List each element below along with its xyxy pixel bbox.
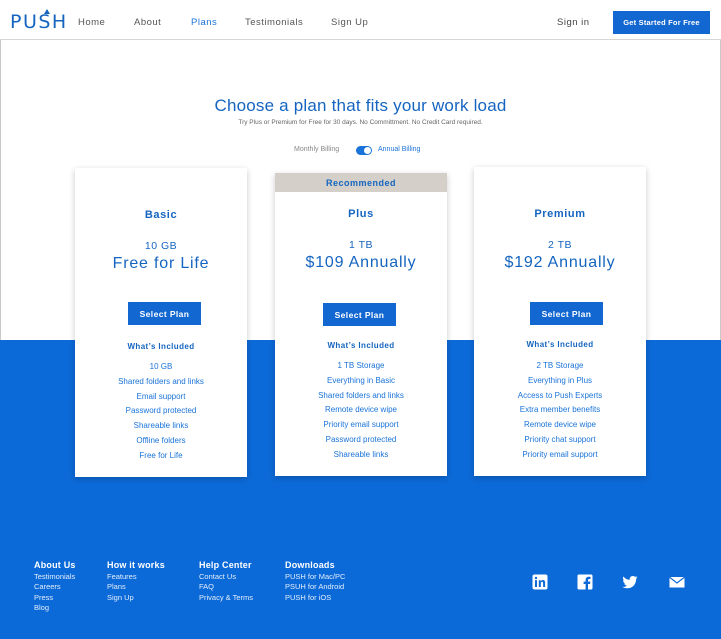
- plan-card-plus: Recommended Plus 1 TB $109 Annually Sele…: [275, 173, 447, 476]
- nav-home[interactable]: Home: [78, 17, 105, 28]
- list-item: 2 TB Storage: [536, 361, 584, 370]
- plan-price: $192 Annually: [504, 254, 616, 271]
- list-item: Password protected: [125, 406, 197, 416]
- list-item: Priority email support: [522, 449, 598, 459]
- nav-testimonials[interactable]: Testimonials: [245, 17, 303, 28]
- footer-link[interactable]: Press: [34, 593, 76, 603]
- plan-name: Basic: [144, 209, 178, 221]
- list-item: 1 TB Storage: [337, 361, 385, 370]
- whats-included-heading: What’s Included: [526, 340, 594, 349]
- footer-link[interactable]: Privacy & Terms: [199, 593, 253, 603]
- list-item: Priority chat support: [524, 434, 596, 444]
- logo[interactable]: PUSH: [10, 11, 68, 33]
- list-item: Email support: [136, 391, 186, 401]
- footer-heading: Downloads: [285, 560, 335, 570]
- footer-heading: Help Center: [199, 560, 252, 570]
- footer-link[interactable]: Contact Us: [199, 572, 253, 582]
- logo-arrow-icon: [44, 9, 50, 14]
- sign-in-link[interactable]: Sign in: [557, 17, 590, 28]
- footer-column-help-center: Help Center Contact Us FAQ Privacy & Ter…: [199, 560, 253, 603]
- footer-link[interactable]: Blog: [34, 603, 76, 613]
- get-started-button[interactable]: Get Started For Free: [613, 11, 710, 34]
- plan-card-basic: Basic 10 GB Free for Life Select Plan Wh…: [75, 168, 247, 477]
- toggle-knob: [364, 147, 371, 154]
- list-item: 10 GB: [149, 362, 173, 371]
- footer-link[interactable]: PUSH for iOS: [285, 593, 345, 603]
- recommended-badge: Recommended: [275, 173, 447, 192]
- footer-link[interactable]: PSUH for Android: [285, 582, 345, 592]
- footer-link[interactable]: FAQ: [199, 582, 253, 592]
- top-navbar: PUSH Home About Plans Testimonials Sign …: [0, 0, 721, 40]
- select-plan-button[interactable]: Select Plan: [530, 302, 603, 325]
- plan-price: Free for Life: [112, 255, 210, 272]
- list-item: Shared folders and links: [118, 376, 204, 386]
- footer-link[interactable]: Sign Up: [107, 593, 165, 603]
- list-item: Shareable links: [333, 449, 389, 459]
- linkedin-icon[interactable]: [532, 574, 548, 590]
- list-item: Priority email support: [323, 420, 399, 430]
- list-item: Free for Life: [139, 450, 183, 460]
- list-item: Remote device wipe: [523, 420, 597, 430]
- footer-column-about: About Us Testimonials Careers Press Blog: [34, 560, 76, 613]
- list-item: Everything in Basic: [326, 375, 396, 385]
- list-item: Everything in Plus: [527, 375, 593, 385]
- plan-name: Plus: [348, 208, 374, 220]
- feature-list: 1 TB Storage Everything in Basic Shared …: [275, 359, 447, 463]
- billing-toggle[interactable]: [356, 146, 372, 155]
- annual-billing-label[interactable]: Annual Billing: [378, 146, 420, 153]
- feature-list: 2 TB Storage Everything in Plus Access t…: [474, 359, 646, 463]
- whats-included-heading: What’s Included: [327, 341, 395, 350]
- footer-heading: How it works: [107, 560, 165, 570]
- monthly-billing-label[interactable]: Monthly Billing: [294, 146, 339, 153]
- page-title: Choose a plan that fits your work load: [214, 96, 507, 115]
- feature-list: 10 GB Shared folders and links Email sup…: [75, 360, 247, 464]
- footer-column-downloads: Downloads PUSH for Mac/PC PSUH for Andro…: [285, 560, 345, 603]
- footer-link[interactable]: PUSH for Mac/PC: [285, 572, 345, 582]
- plan-name: Premium: [534, 208, 586, 220]
- list-item: Remote device wipe: [324, 405, 398, 415]
- footer-link[interactable]: Features: [107, 572, 165, 582]
- plan-storage: 2 TB: [548, 239, 572, 251]
- plan-card-premium: Premium 2 TB $192 Annually Select Plan W…: [474, 167, 646, 476]
- email-icon[interactable]: [669, 574, 685, 590]
- list-item: Shareable links: [133, 421, 189, 431]
- footer-link[interactable]: Careers: [34, 582, 76, 592]
- footer-link[interactable]: Plans: [107, 582, 165, 592]
- list-item: Shared folders and links: [318, 390, 404, 400]
- plan-storage: 10 GB: [144, 240, 178, 252]
- plan-storage: 1 TB: [349, 239, 373, 251]
- page-subtitle: Try Plus or Premium for Free for 30 days…: [238, 119, 483, 126]
- footer-heading: About Us: [34, 560, 76, 570]
- select-plan-button[interactable]: Select Plan: [323, 303, 396, 326]
- list-item: Offline folders: [136, 435, 186, 445]
- footer-link[interactable]: Testimonials: [34, 572, 76, 582]
- twitter-icon[interactable]: [622, 574, 638, 590]
- list-item: Password protected: [325, 434, 397, 444]
- whats-included-heading: What’s Included: [127, 342, 195, 351]
- footer-column-how-it-works: How it works Features Plans Sign Up: [107, 560, 165, 603]
- nav-plans[interactable]: Plans: [191, 17, 217, 28]
- facebook-icon[interactable]: [577, 574, 593, 590]
- list-item: Extra member benefits: [519, 405, 601, 415]
- nav-about[interactable]: About: [134, 17, 161, 28]
- select-plan-button[interactable]: Select Plan: [128, 302, 201, 325]
- nav-sign-up[interactable]: Sign Up: [331, 17, 368, 28]
- plan-price: $109 Annually: [305, 254, 417, 271]
- list-item: Access to Push Experts: [517, 390, 603, 400]
